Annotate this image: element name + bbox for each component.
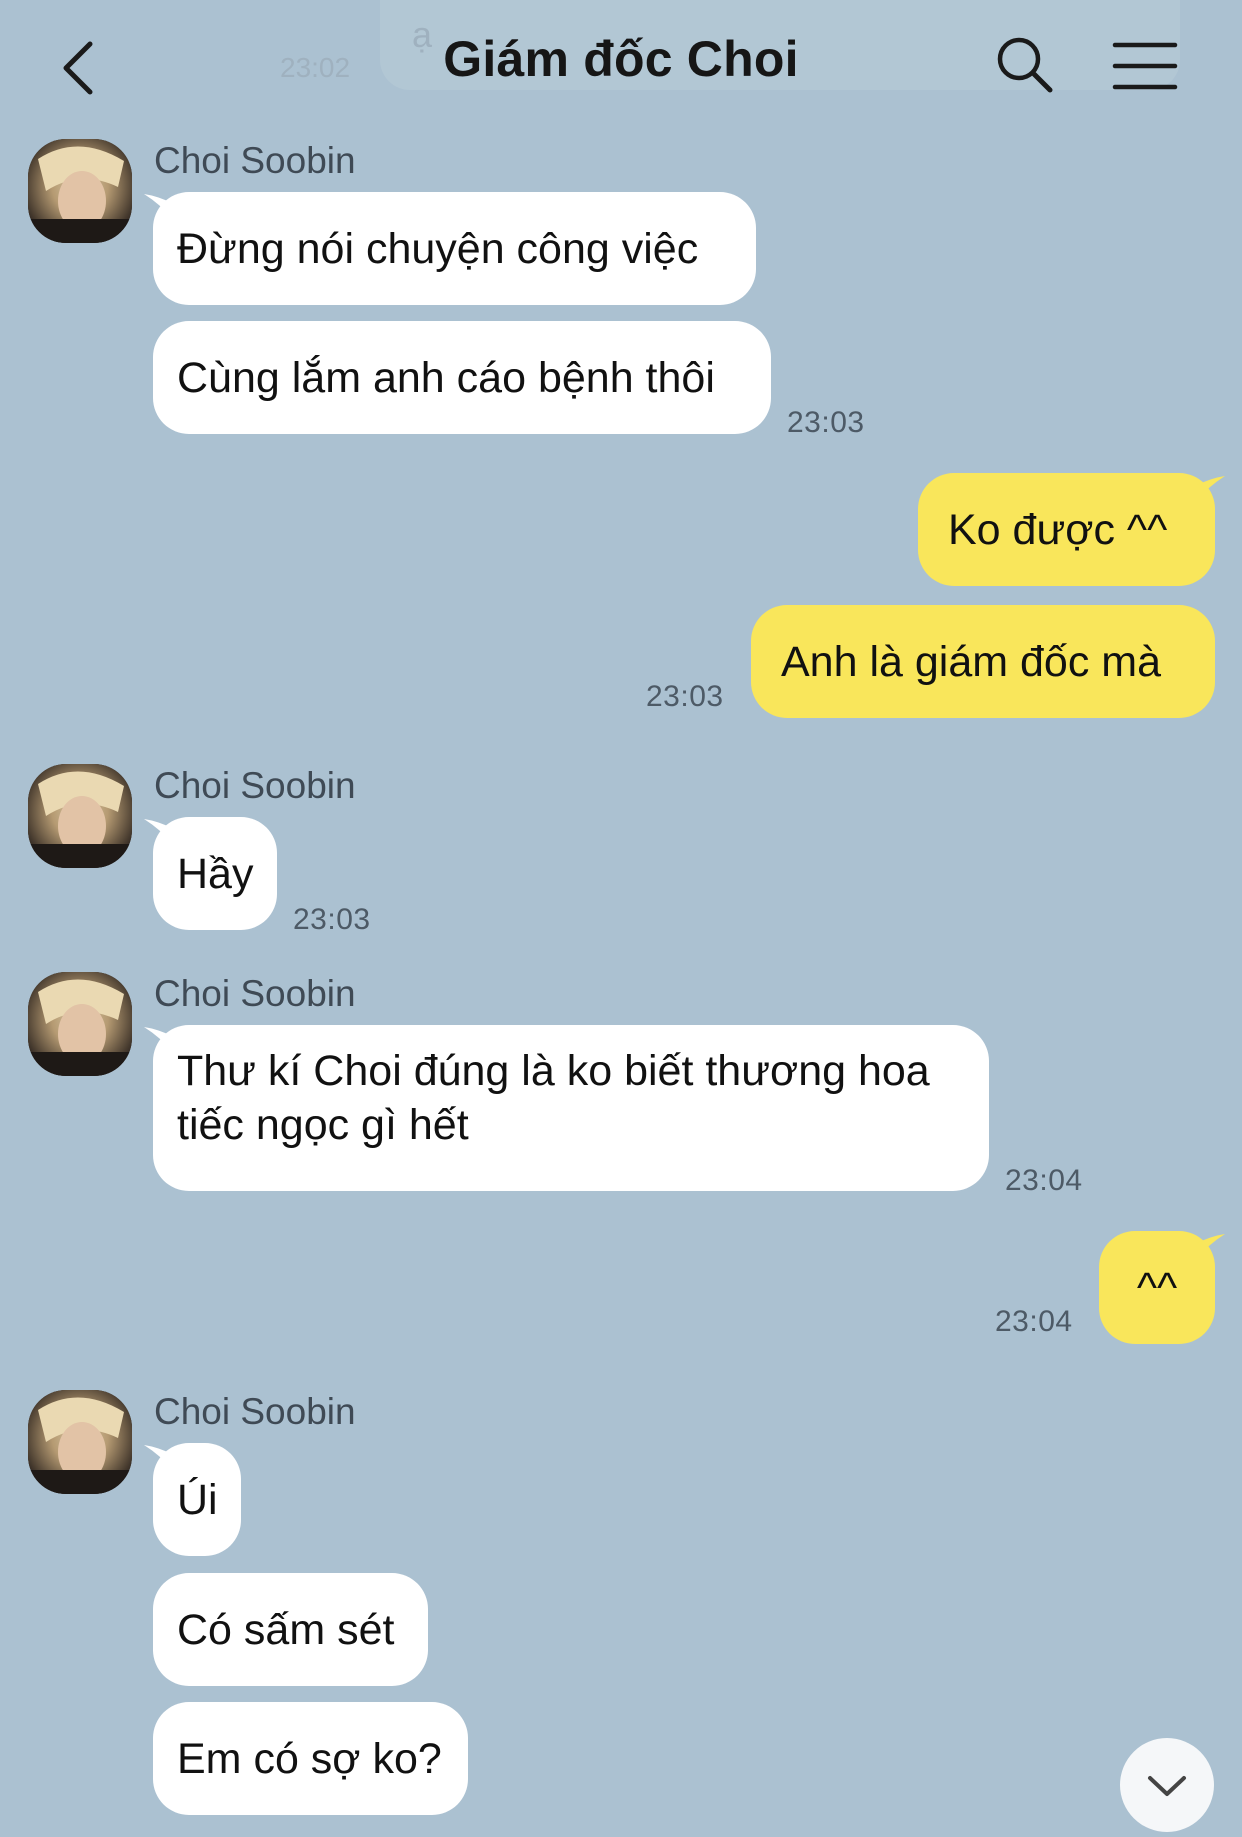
menu-icon [1112, 42, 1178, 90]
scroll-down-icon [1148, 1776, 1186, 1796]
bubble-tail [1195, 1234, 1225, 1260]
message-text: Hầy [177, 849, 254, 898]
message-text: Có sấm sét [177, 1605, 395, 1654]
message-text-line: tiếc ngọc gì hết [177, 1101, 469, 1149]
message-bubble[interactable]: Em có sợ ko? [153, 1702, 468, 1815]
avatar-image [28, 764, 132, 868]
avatar[interactable] [28, 764, 132, 868]
message-text: Anh là giám đốc mà [781, 637, 1162, 686]
message-time: 23:04 [995, 1305, 1073, 1338]
avatar-image [28, 972, 132, 1076]
message-bubble[interactable]: Đừng nói chuyện công việc [153, 192, 756, 305]
message-text: Úi [177, 1475, 218, 1524]
sender-name: Choi Soobin [154, 765, 356, 806]
message-text: Đừng nói chuyện công việc [177, 224, 699, 273]
message-text: Ko được ^^ [948, 505, 1168, 554]
message-bubble[interactable]: Úi [153, 1443, 241, 1556]
message-time: 23:03 [293, 903, 371, 936]
chat-title: Giám đốc Choi [443, 31, 799, 87]
message-bubble[interactable]: Hầy [153, 817, 277, 930]
message-bubble[interactable]: Thư kí Choi đúng là ko biết thương hoa t… [153, 1025, 989, 1191]
scroll-to-bottom-button[interactable] [1120, 1738, 1214, 1832]
message-text: ^^ [1136, 1263, 1178, 1312]
message-bubble[interactable]: Anh là giám đốc mà [751, 605, 1215, 718]
search-button[interactable] [994, 34, 1054, 94]
sender-name: Choi Soobin [154, 1391, 356, 1432]
avatar-image [28, 139, 132, 243]
avatar[interactable] [28, 972, 132, 1076]
message-time: 23:03 [787, 406, 865, 439]
avatar[interactable] [28, 139, 132, 243]
message-text: Em có sợ ko? [177, 1734, 442, 1783]
avatar[interactable] [28, 1390, 132, 1494]
sender-name: Choi Soobin [154, 973, 356, 1014]
message-time: 23:03 [646, 680, 724, 713]
message-bubble[interactable]: Có sấm sét [153, 1573, 428, 1686]
message-text-line: Thư kí Choi đúng là ko biết thương hoa [177, 1047, 930, 1095]
avatar-image [28, 1390, 132, 1494]
message-bubble[interactable]: Cùng lắm anh cáo bệnh thôi [153, 321, 771, 434]
bubble-tail [1195, 476, 1225, 502]
message-bubble[interactable]: Ko được ^^ [918, 473, 1215, 586]
message-time: 23:04 [1005, 1164, 1083, 1197]
message-text: Cùng lắm anh cáo bệnh thôi [177, 353, 715, 402]
chat-header: ạ 23:02 Giám đốc Choi [0, 0, 1242, 125]
menu-button[interactable] [1112, 40, 1178, 92]
sender-name: Choi Soobin [154, 140, 356, 181]
search-icon [997, 37, 1053, 93]
